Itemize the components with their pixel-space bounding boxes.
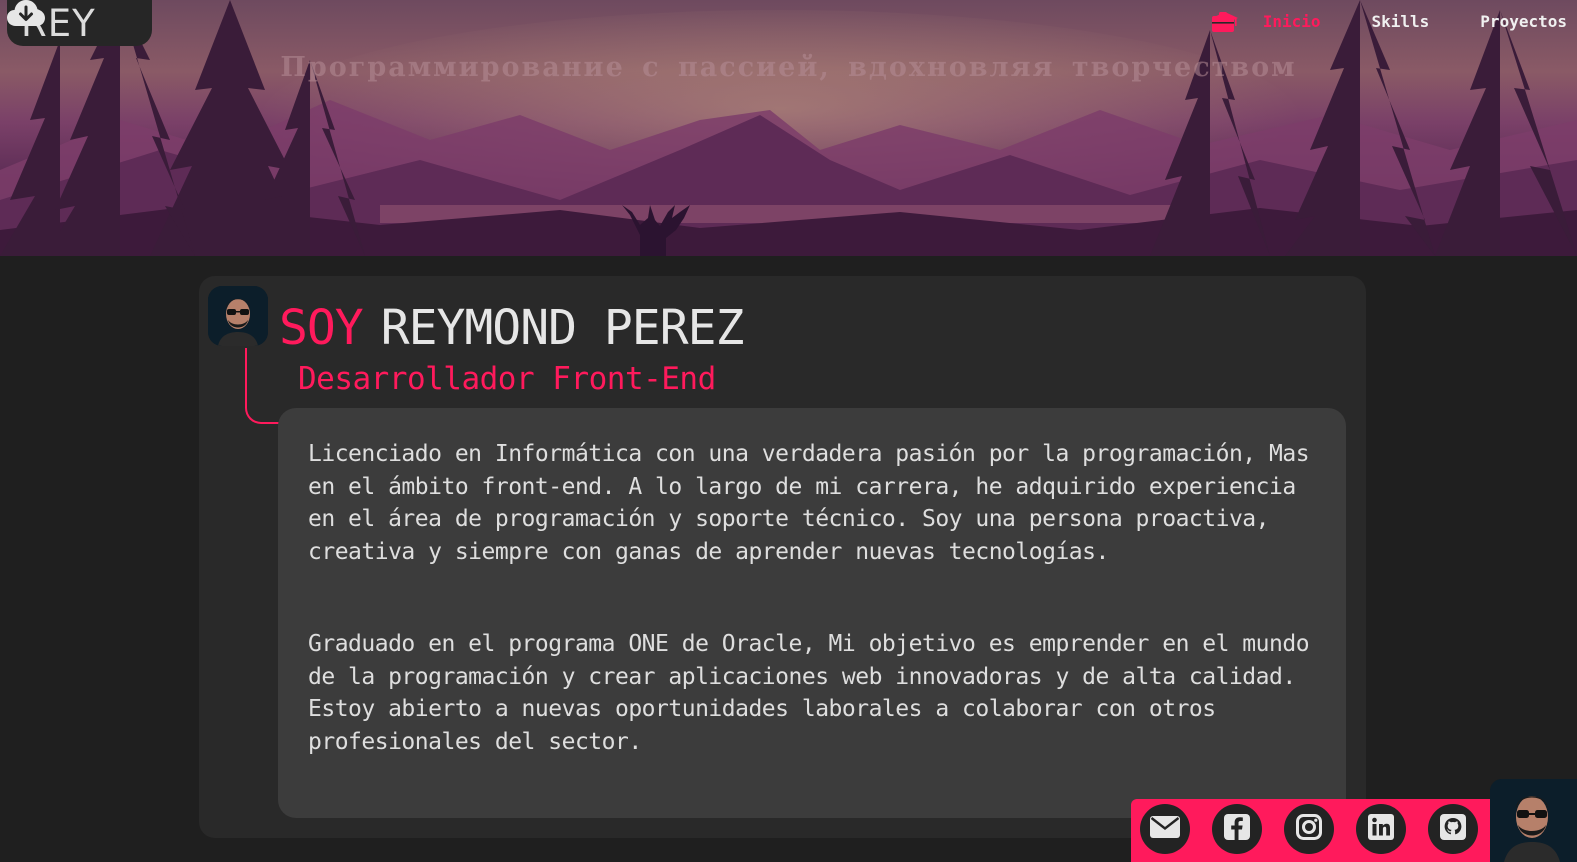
nav-label: Proyectos [1480, 12, 1567, 31]
profile-role: Desarrollador Front-End [298, 361, 716, 397]
profile-name: REYMOND PEREZ [380, 300, 745, 356]
bio-paragraph: Graduado en el programa ONE de Oracle, M… [308, 631, 1310, 755]
nav-label: Inicio [1262, 12, 1321, 31]
nav-label: Skills [1371, 12, 1430, 31]
github-link[interactable] [1428, 804, 1478, 854]
hero-banner: Программирование с пассией, вдохновляя т… [0, 0, 1577, 256]
floating-avatar[interactable] [1490, 779, 1577, 862]
hero-tagline: Программирование с пассией, вдохновляя т… [280, 52, 1297, 83]
email-link[interactable] [1140, 804, 1190, 854]
nav-item-skills[interactable]: Skills [1211, 12, 1430, 31]
site-logo[interactable]: REY [7, 0, 152, 46]
main-nav: Inicio Skills Proyectos [1211, 12, 1567, 32]
instagram-icon [1296, 814, 1322, 844]
bio-box: Licenciado en Informática con una verdad… [278, 408, 1346, 818]
decorative-connector-line [245, 348, 279, 424]
avatar [208, 286, 268, 346]
instagram-link[interactable] [1284, 804, 1334, 854]
bio-paragraph: Licenciado en Informática con una verdad… [308, 441, 1310, 565]
profile-heading: SOY REYMOND PEREZ [279, 296, 745, 360]
envelope-icon [1150, 816, 1180, 842]
heading-prefix: SOY [279, 300, 364, 356]
nav-item-proyectos[interactable]: Proyectos [1211, 12, 1567, 32]
mountain-landscape-illustration [0, 0, 1577, 256]
linkedin-link[interactable] [1356, 804, 1406, 854]
facebook-link[interactable] [1212, 804, 1262, 854]
facebook-icon [1224, 814, 1250, 844]
nav-item-inicio[interactable]: Inicio [1211, 12, 1321, 31]
linkedin-icon [1368, 814, 1394, 844]
github-icon [1440, 814, 1466, 844]
social-links-bar [1131, 799, 1491, 862]
